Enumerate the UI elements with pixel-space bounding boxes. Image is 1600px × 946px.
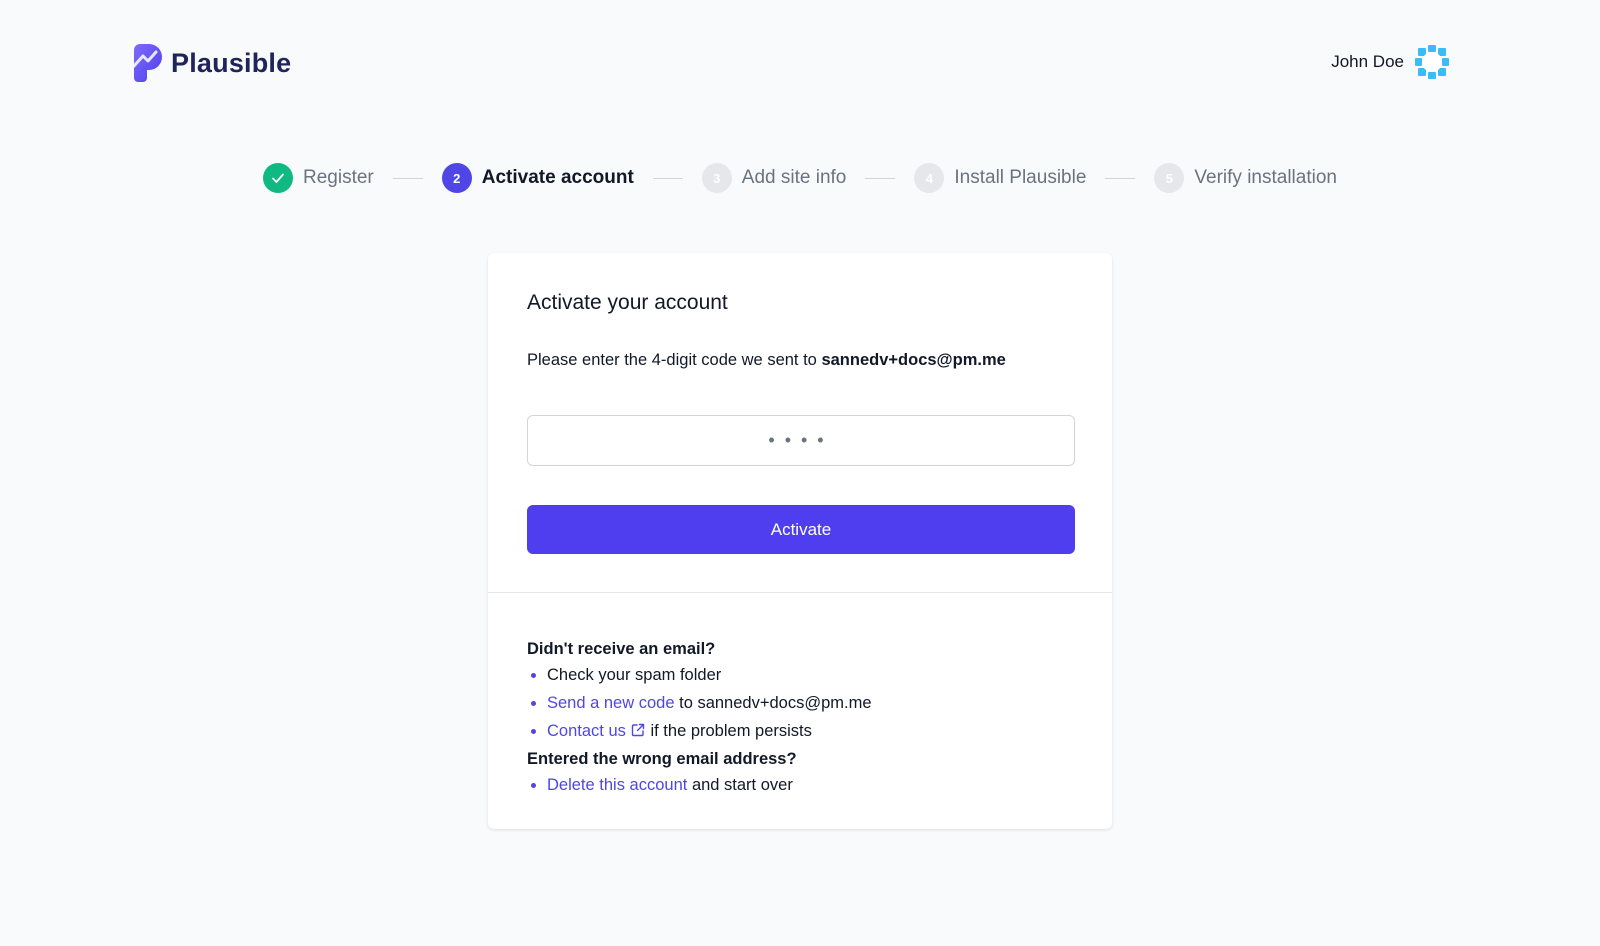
description-text: Please enter the 4-digit code we sent to xyxy=(527,351,817,369)
activation-code-input[interactable] xyxy=(527,415,1075,466)
help-section: Didn't receive an email? Check your spam… xyxy=(527,637,1087,801)
user-name: John Doe xyxy=(1331,52,1404,71)
step-number: 4 xyxy=(914,163,945,193)
step-register: Register xyxy=(263,163,374,193)
delete-suffix: and start over xyxy=(691,776,793,794)
step-label: Register xyxy=(303,167,374,188)
page: Plausible John Doe Register 2 Activate a… xyxy=(0,0,1600,946)
onboarding-stepper: Register 2 Activate account 3 Add site i… xyxy=(0,163,1600,193)
step-activate-account: 2 Activate account xyxy=(441,163,634,193)
send-new-code-suffix: to sannedv+docs@pm.me xyxy=(679,694,872,712)
spam-text: Check your spam folder xyxy=(547,666,722,684)
step-done-check-icon xyxy=(263,163,293,193)
step-add-site-info: 3 Add site info xyxy=(701,163,847,193)
contact-suffix: if the problem persists xyxy=(650,722,812,740)
send-new-code-link[interactable]: Send a new code xyxy=(547,694,675,712)
logo-text: Plausible xyxy=(171,47,292,78)
activate-button[interactable]: Activate xyxy=(527,505,1075,554)
user-menu[interactable]: John Doe xyxy=(1331,44,1450,80)
card-divider xyxy=(488,592,1112,593)
step-number: 5 xyxy=(1154,163,1185,193)
step-label: Add site info xyxy=(741,167,847,188)
card-description: Please enter the 4-digit code we sent to… xyxy=(527,351,1006,370)
step-number: 2 xyxy=(441,163,472,193)
step-number: 3 xyxy=(701,163,732,193)
list-item: Check your spam folder xyxy=(527,663,1087,687)
card-title: Activate your account xyxy=(527,291,728,314)
wrong-email-list: Delete this account and start over xyxy=(527,773,1087,797)
wrong-email-heading: Entered the wrong email address? xyxy=(527,750,797,768)
delete-account-link[interactable]: Delete this account xyxy=(547,776,687,794)
avatar-icon xyxy=(1415,45,1449,79)
no-email-list: Check your spam folder Send a new code t… xyxy=(527,663,1087,743)
contact-us-label: Contact us xyxy=(547,722,626,740)
list-item: Send a new code to sannedv+docs@pm.me xyxy=(527,691,1087,715)
plausible-logo-icon xyxy=(134,44,162,82)
step-verify-installation: 5 Verify installation xyxy=(1154,163,1337,193)
step-separator xyxy=(1105,177,1136,179)
step-label: Install Plausible xyxy=(954,167,1087,188)
step-separator xyxy=(392,177,423,179)
activation-card: Activate your account Please enter the 4… xyxy=(488,253,1112,829)
external-link-icon xyxy=(631,723,645,737)
list-item: Contact us if the problem persists xyxy=(527,719,1087,743)
plausible-logo[interactable]: Plausible xyxy=(134,44,291,82)
step-label: Activate account xyxy=(481,167,634,188)
contact-us-link[interactable]: Contact us xyxy=(547,722,646,740)
step-label: Verify installation xyxy=(1194,167,1337,188)
no-email-heading: Didn't receive an email? xyxy=(527,640,716,658)
step-install-plausible: 4 Install Plausible xyxy=(914,163,1086,193)
list-item: Delete this account and start over xyxy=(527,773,1087,797)
recipient-email: sannedv+docs@pm.me xyxy=(821,351,1006,369)
step-separator xyxy=(652,177,683,179)
step-separator xyxy=(865,177,896,179)
